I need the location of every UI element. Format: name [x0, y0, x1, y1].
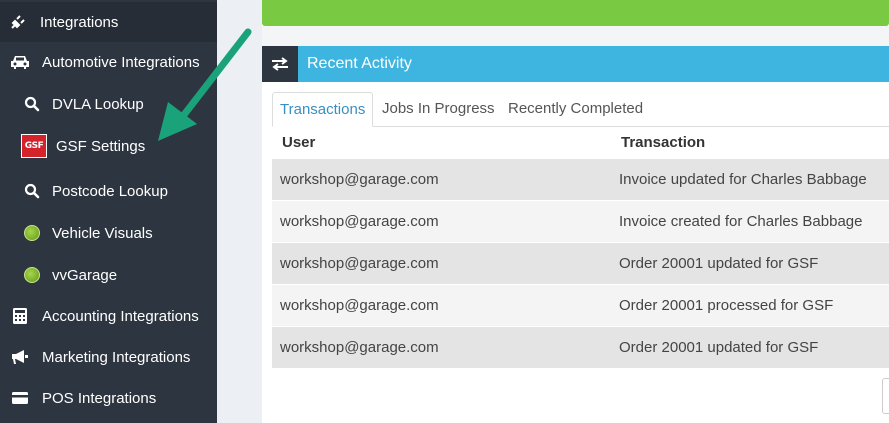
- table-row: workshop@garage.com Invoice updated for …: [272, 158, 889, 200]
- sidebar-item-vvgarage[interactable]: vvGarage: [0, 255, 217, 295]
- transactions-table: User Transaction workshop@garage.com Inv…: [272, 127, 889, 368]
- credit-card-icon: [10, 388, 30, 408]
- cell-user: workshop@garage.com: [280, 213, 439, 230]
- sidebar-item-label: Postcode Lookup: [52, 182, 168, 200]
- sidebar-item-marketing-integrations[interactable]: Marketing Integrations: [0, 337, 217, 377]
- panel-title: Recent Activity: [307, 55, 412, 72]
- search-icon: [22, 94, 42, 114]
- sidebar-item-accounting-integrations[interactable]: Accounting Integrations: [0, 296, 217, 336]
- cell-user: workshop@garage.com: [280, 297, 439, 314]
- success-banner: [262, 0, 889, 26]
- spacer: [262, 26, 889, 46]
- table-header: User Transaction: [272, 127, 889, 158]
- sidebar-item-label: Accounting Integrations: [42, 307, 199, 325]
- exchange-icon: [262, 46, 298, 82]
- vvgarage-icon: [22, 265, 42, 285]
- sidebar-item-label: Marketing Integrations: [42, 348, 191, 366]
- megaphone-icon: [10, 347, 30, 367]
- sidebar-item-label: POS Integrations: [42, 389, 157, 407]
- sidebar-item-pos-integrations[interactable]: POS Integrations: [0, 378, 217, 418]
- calculator-icon: [10, 306, 30, 326]
- sidebar-item-label: Vehicle Visuals: [52, 224, 153, 242]
- table-row: workshop@garage.com Invoice created for …: [272, 200, 889, 242]
- sidebar-item-label: GSF Settings: [56, 137, 146, 155]
- recent-activity-header: Recent Activity: [262, 46, 889, 82]
- vehicle-visuals-icon: [22, 223, 42, 243]
- pagination-control[interactable]: [882, 378, 889, 414]
- plug-icon: [8, 12, 28, 32]
- sidebar-item-label: vvGarage: [52, 266, 118, 284]
- cell-transaction: Order 20001 processed for GSF: [619, 297, 834, 314]
- sidebar-item-postcode-lookup[interactable]: Postcode Lookup: [0, 171, 217, 211]
- gsf-logo-icon: GSF: [20, 134, 48, 158]
- annotation-arrow-icon: [158, 28, 252, 141]
- column-header-user: User: [282, 134, 316, 151]
- cell-transaction: Order 20001 updated for GSF: [619, 339, 819, 356]
- table-row: workshop@garage.com Order 20001 processe…: [272, 284, 889, 326]
- cell-transaction: Invoice updated for Charles Babbage: [619, 171, 867, 188]
- table-row: workshop@garage.com Order 20001 updated …: [272, 326, 889, 368]
- search-icon: [22, 181, 42, 201]
- column-header-transaction: Transaction: [621, 134, 706, 151]
- sidebar-item-vehicle-visuals[interactable]: Vehicle Visuals: [0, 213, 217, 253]
- sidebar-item-label: DVLA Lookup: [52, 95, 144, 113]
- tab-jobs-in-progress[interactable]: Jobs In Progress: [375, 92, 502, 127]
- activity-tabs: Transactions Jobs In Progress Recently C…: [272, 92, 889, 127]
- car-icon: [10, 52, 30, 72]
- cell-transaction: Order 20001 updated for GSF: [619, 255, 819, 272]
- tab-transactions[interactable]: Transactions: [272, 92, 374, 127]
- cell-transaction: Invoice created for Charles Babbage: [619, 213, 863, 230]
- tab-recently-completed[interactable]: Recently Completed: [501, 92, 650, 127]
- sidebar-item-label: Integrations: [40, 13, 119, 31]
- cell-user: workshop@garage.com: [280, 255, 439, 272]
- table-row: workshop@garage.com Order 20001 updated …: [272, 242, 889, 284]
- cell-user: workshop@garage.com: [280, 171, 439, 188]
- cell-user: workshop@garage.com: [280, 339, 439, 356]
